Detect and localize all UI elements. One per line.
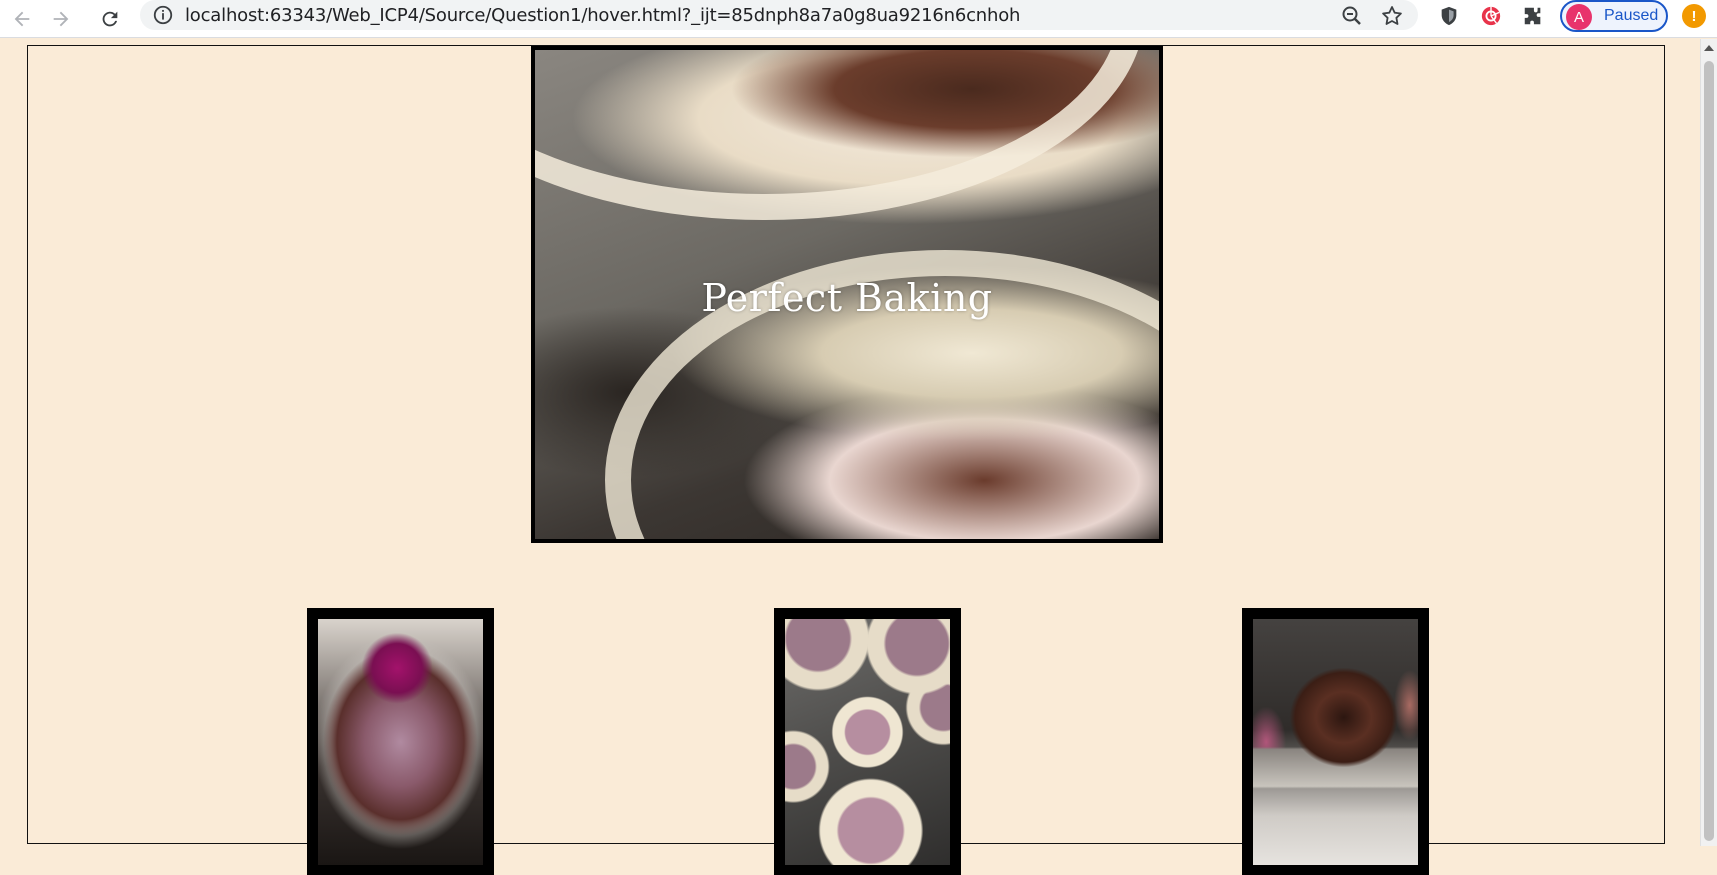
star-icon[interactable] — [1380, 4, 1404, 28]
avatar: A — [1566, 4, 1592, 30]
address-bar[interactable]: localhost:63343/Web_ICP4/Source/Question… — [140, 0, 1418, 30]
scrollbar-thumb[interactable] — [1704, 61, 1714, 841]
thumbnail-card[interactable] — [307, 608, 494, 875]
profile-status-label: Paused — [1604, 7, 1659, 24]
red-extension-icon — [1481, 6, 1501, 26]
reload-icon — [102, 11, 118, 27]
hero-image-card[interactable]: Perfect Baking — [531, 46, 1163, 543]
hero-image: Perfect Baking — [535, 50, 1159, 539]
thumbnail-card[interactable] — [774, 608, 961, 875]
liner-ring-decoration — [535, 50, 1145, 220]
thumbnail-card[interactable] — [1242, 608, 1429, 875]
hero-title: Perfect Baking — [701, 276, 993, 320]
red-extension-button[interactable] — [1478, 3, 1504, 29]
back-arrow-icon — [14, 11, 30, 27]
thumbnail-image — [785, 619, 950, 865]
back-button[interactable] — [7, 4, 37, 34]
shield-extension-button[interactable] — [1436, 3, 1462, 29]
forward-arrow-icon — [53, 11, 69, 27]
zoom-out-icon[interactable] — [1340, 4, 1364, 28]
thumbnail-image — [1253, 619, 1418, 865]
thumbnail-image — [318, 619, 483, 865]
info-icon[interactable] — [152, 4, 174, 26]
extensions-button[interactable] — [1520, 3, 1546, 29]
url-text[interactable]: localhost:63343/Web_ICP4/Source/Question… — [185, 5, 1020, 26]
scroll-up-arrow-icon[interactable] — [1704, 45, 1714, 51]
forward-button[interactable] — [46, 4, 76, 34]
page-viewport: Perfect Baking — [0, 39, 1700, 875]
reload-button[interactable] — [95, 4, 125, 34]
profile-button[interactable]: A Paused — [1560, 0, 1668, 32]
browser-toolbar: localhost:63343/Web_ICP4/Source/Question… — [0, 0, 1717, 38]
update-alert-icon[interactable]: ! — [1682, 4, 1706, 28]
puzzle-icon — [1524, 7, 1541, 25]
shield-extension-icon — [1441, 6, 1457, 26]
vertical-scrollbar[interactable] — [1700, 39, 1717, 846]
